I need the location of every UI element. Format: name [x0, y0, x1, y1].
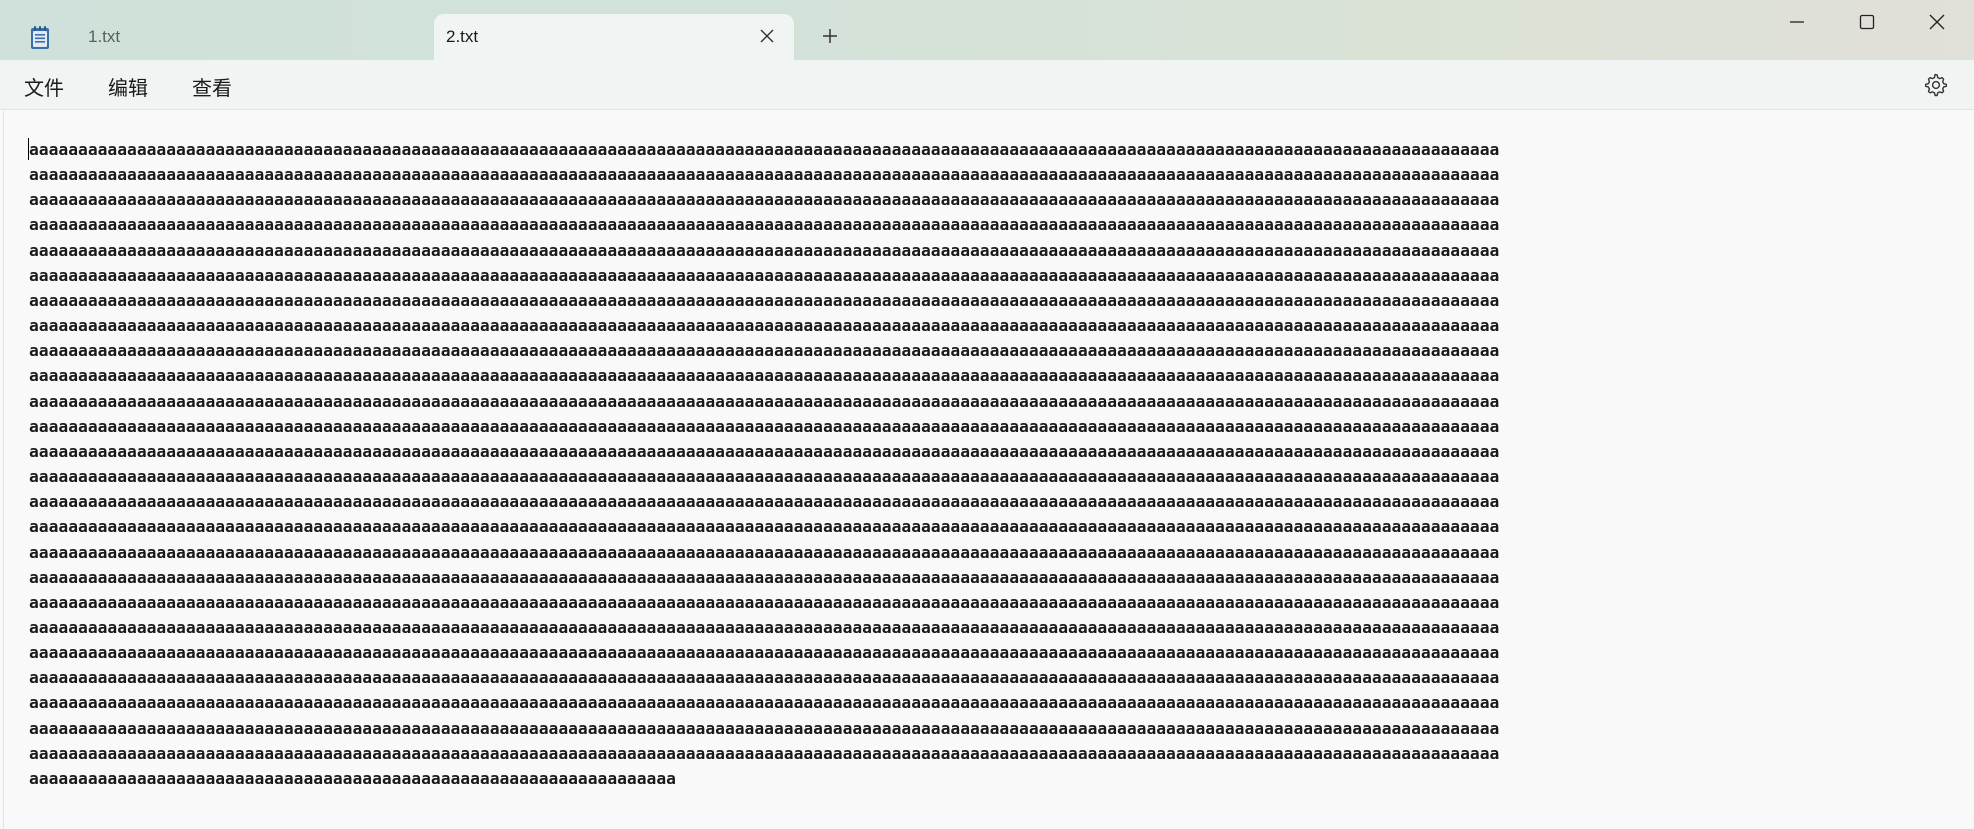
menu-edit[interactable]: 编辑	[104, 72, 152, 101]
title-bar: 1.txt 2.txt	[0, 0, 1974, 60]
menu-bar: 文件 编辑 查看	[0, 60, 1974, 110]
tab-1-txt[interactable]: 1.txt	[70, 14, 432, 60]
close-icon	[1929, 14, 1945, 30]
notepad-window: 1.txt 2.txt 文件 编辑 查看 aaaaaaaaaaaaaaaaaaa…	[0, 0, 1974, 829]
maximize-button[interactable]	[1847, 10, 1887, 34]
tab-label: 2.txt	[446, 27, 479, 46]
editor-content[interactable]: aaaaaaaaaaaaaaaaaaaaaaaaaaaaaaaaaaaaaaaa…	[29, 137, 1969, 791]
tab-label: 1.txt	[88, 27, 121, 46]
close-window-button[interactable]	[1917, 10, 1957, 34]
text-editor[interactable]: aaaaaaaaaaaaaaaaaaaaaaaaaaaaaaaaaaaaaaaa…	[3, 111, 1974, 829]
plus-icon[interactable]	[818, 24, 842, 48]
menu-file[interactable]: 文件	[20, 72, 68, 101]
menu-view[interactable]: 查看	[188, 72, 236, 101]
minimize-icon	[1790, 21, 1804, 23]
close-icon[interactable]	[758, 27, 776, 45]
maximize-icon	[1859, 14, 1875, 30]
minimize-button[interactable]	[1777, 10, 1817, 34]
tab-2-txt[interactable]: 2.txt	[434, 14, 794, 60]
notepad-icon	[31, 26, 49, 49]
gear-icon[interactable]	[1923, 72, 1949, 98]
